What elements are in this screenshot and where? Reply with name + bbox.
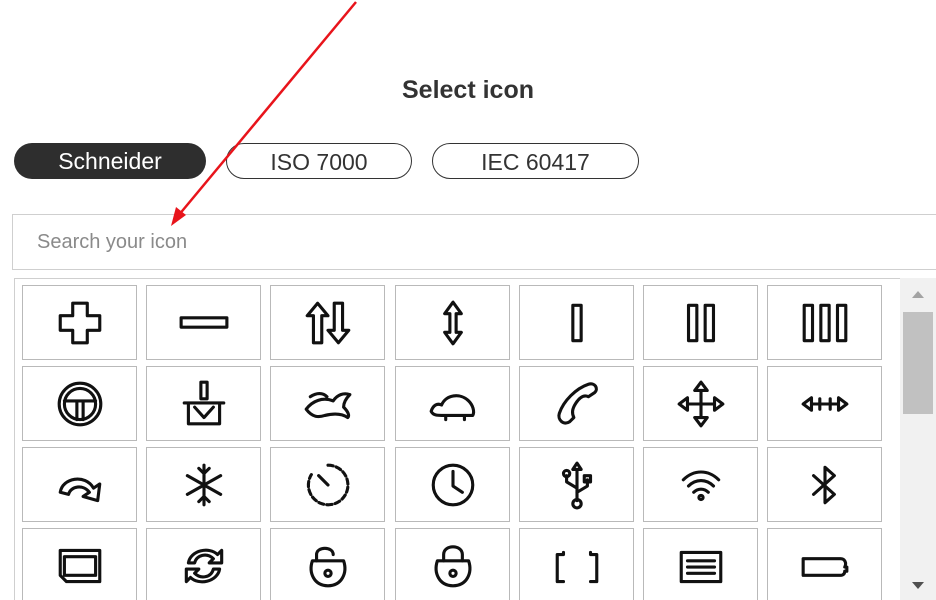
icon-cell-one-bar[interactable]	[519, 285, 634, 360]
icon-cell-locked[interactable]	[395, 528, 510, 600]
icon-cell-sd-card[interactable]	[22, 528, 137, 600]
timer-dashed-icon	[306, 463, 349, 506]
wifi-icon	[681, 469, 720, 501]
move-four-way-icon	[677, 380, 724, 427]
grid-scrollbar[interactable]	[900, 278, 936, 600]
tab-iso-7000[interactable]: ISO 7000	[226, 143, 412, 179]
icon-cell-usb[interactable]	[519, 447, 634, 522]
icon-cell-three-bars[interactable]	[767, 285, 882, 360]
sd-card-icon	[58, 548, 101, 583]
bluetooth-icon	[811, 465, 836, 504]
icon-cell-clock[interactable]	[395, 447, 510, 522]
tortoise-slow-icon	[429, 393, 475, 421]
icon-cell-plus[interactable]	[22, 285, 137, 360]
icon-cell-refresh[interactable]	[146, 528, 261, 600]
triangle-down-icon	[912, 582, 924, 589]
scroll-down-arrow[interactable]	[900, 572, 936, 600]
icon-cell-move-horizontal[interactable]	[767, 366, 882, 441]
tab-schneider[interactable]: Schneider	[14, 143, 206, 179]
icon-cell-steering-wheel[interactable]	[22, 366, 137, 441]
icon-cell-bluetooth[interactable]	[767, 447, 882, 522]
icon-cell-press[interactable]	[146, 366, 261, 441]
battery-low-icon	[801, 556, 848, 577]
steering-wheel-icon	[57, 381, 102, 426]
icon-cell-phone[interactable]	[519, 366, 634, 441]
plus-icon	[58, 301, 101, 344]
battery-empty-icon	[555, 550, 598, 583]
icon-cell-two-bars[interactable]	[643, 285, 758, 360]
curved-arrow-icon	[58, 477, 101, 502]
battery-full-icon	[679, 550, 722, 583]
icon-cell-minus[interactable]	[146, 285, 261, 360]
two-bars-icon	[686, 303, 715, 342]
icon-cell-battery-low[interactable]	[767, 528, 882, 600]
icon-cell-wifi[interactable]	[643, 447, 758, 522]
move-horizontal-icon	[801, 395, 848, 412]
unlocked-icon	[309, 546, 346, 587]
tab-iec-60417[interactable]: IEC 60417	[432, 143, 639, 179]
phone-handset-icon	[556, 381, 598, 425]
icon-cell-snowflake[interactable]	[146, 447, 261, 522]
refresh-cycle-icon	[184, 548, 223, 583]
minus-icon	[179, 315, 228, 329]
clock-icon	[431, 463, 474, 506]
scroll-up-arrow[interactable]	[900, 280, 936, 308]
usb-icon	[561, 461, 592, 509]
double-arrow-vertical-icon	[442, 300, 463, 345]
icon-cell-battery-full[interactable]	[643, 528, 758, 600]
dialog-title: Select icon	[402, 76, 534, 104]
search-input[interactable]	[13, 215, 936, 269]
icon-cell-battery-empty[interactable]	[519, 528, 634, 600]
icon-cell-arrows-up-down[interactable]	[270, 285, 385, 360]
arrows-up-down-icon	[305, 301, 350, 344]
icon-grid	[14, 278, 936, 600]
icon-cell-curved-arrow[interactable]	[22, 447, 137, 522]
hare-fast-icon	[304, 391, 351, 419]
search-field	[12, 214, 936, 270]
three-bars-icon	[802, 303, 847, 342]
icon-cell-timer[interactable]	[270, 447, 385, 522]
locked-icon	[434, 544, 471, 587]
icon-cell-move-four-way[interactable]	[643, 366, 758, 441]
icon-cell-hare[interactable]	[270, 366, 385, 441]
triangle-up-icon	[912, 291, 924, 298]
one-bar-icon	[570, 303, 583, 342]
icon-cell-double-arrow-vertical[interactable]	[395, 285, 510, 360]
press-icon	[182, 380, 225, 425]
icon-cell-tortoise[interactable]	[395, 366, 510, 441]
scroll-thumb[interactable]	[903, 312, 933, 414]
icon-cell-unlocked[interactable]	[270, 528, 385, 600]
snowflake-icon	[185, 463, 222, 506]
